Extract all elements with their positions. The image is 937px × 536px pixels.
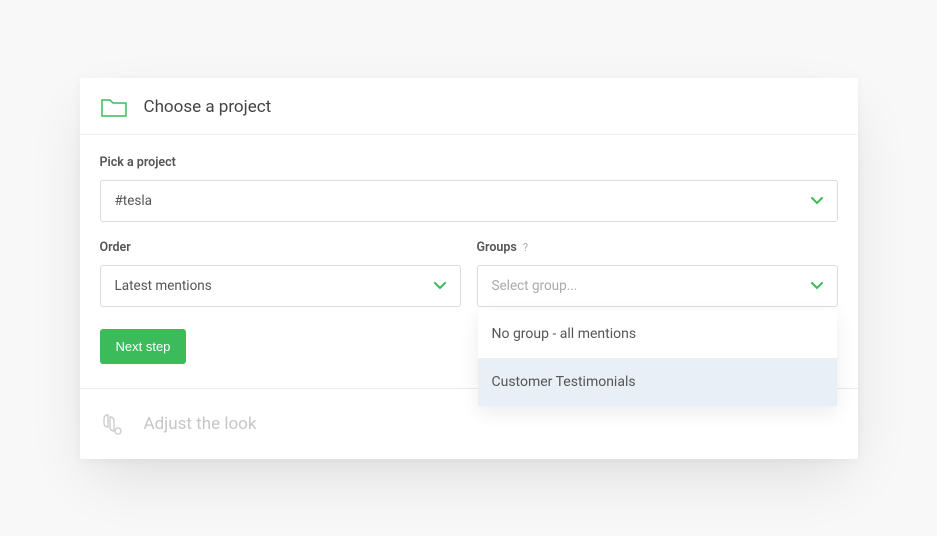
- groups-option-no-group[interactable]: No group - all mentions: [478, 310, 837, 358]
- groups-field: Groups ? Select group... No group - all …: [477, 240, 838, 307]
- project-value: #tesla: [115, 193, 152, 209]
- groups-label: Groups ?: [477, 240, 838, 255]
- order-select[interactable]: Latest mentions: [100, 265, 461, 307]
- order-groups-row: Order Latest mentions Groups ? Select gr…: [100, 240, 838, 307]
- groups-placeholder: Select group...: [492, 278, 578, 294]
- order-label: Order: [100, 240, 461, 255]
- groups-select[interactable]: Select group... No group - all mentions …: [477, 265, 838, 307]
- chevron-down-icon: [434, 279, 446, 293]
- order-value: Latest mentions: [115, 278, 212, 294]
- project-label: Pick a project: [100, 155, 838, 170]
- groups-dropdown: No group - all mentions Customer Testimo…: [478, 310, 837, 406]
- order-field: Order Latest mentions: [100, 240, 461, 307]
- step1-header: Choose a project: [80, 78, 858, 135]
- chevron-down-icon: [811, 194, 823, 208]
- step1-title: Choose a project: [144, 97, 272, 117]
- step2-title: Adjust the look: [144, 414, 257, 434]
- project-select[interactable]: #tesla: [100, 180, 838, 222]
- next-step-button[interactable]: Next step: [100, 329, 187, 364]
- help-icon[interactable]: ?: [523, 241, 528, 254]
- groups-option-customer-testimonials[interactable]: Customer Testimonials: [478, 358, 837, 406]
- folder-icon: [100, 96, 128, 118]
- wizard-card: Choose a project Pick a project #tesla O…: [80, 78, 858, 459]
- step1-body: Pick a project #tesla Order Latest menti…: [80, 135, 858, 388]
- project-field: Pick a project #tesla: [100, 155, 838, 222]
- groups-label-text: Groups: [477, 240, 517, 255]
- paint-icon: [100, 413, 128, 435]
- chevron-down-icon: [811, 279, 823, 293]
